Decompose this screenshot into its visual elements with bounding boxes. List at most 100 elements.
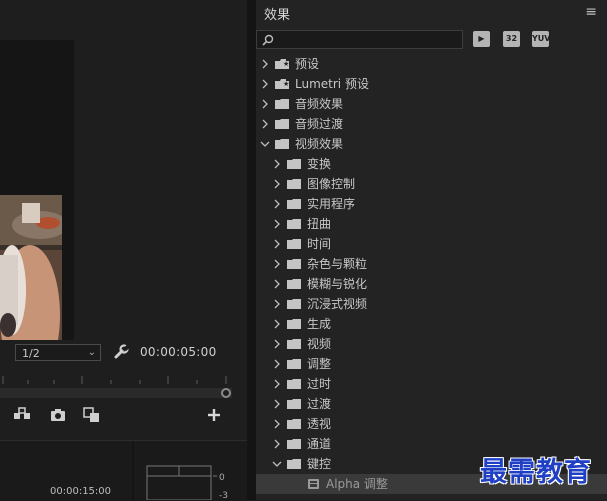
wrench-icon[interactable] [113, 344, 129, 360]
watermark-logo: 最需教育 [480, 457, 592, 488]
meter-label-minus3: -3 [219, 491, 228, 500]
tree-item-label: 扭曲 [307, 217, 332, 231]
tree-item[interactable]: 音频效果 [256, 94, 607, 114]
tree-item[interactable]: ★ Lumetri 预设 [256, 74, 607, 94]
folder-icon [287, 219, 301, 229]
folder-icon [275, 119, 289, 129]
zoom-scrollbar[interactable] [0, 388, 232, 398]
chevron-right-icon[interactable] [272, 314, 282, 334]
folder-icon [287, 379, 301, 389]
tree-item[interactable]: 实用程序 [256, 194, 607, 214]
chevron-right-icon[interactable] [272, 434, 282, 454]
export-frame-icon[interactable] [12, 405, 32, 425]
chevron-right-icon[interactable] [272, 334, 282, 354]
accelerated-effects-icon[interactable]: ▶ [473, 31, 490, 47]
chevron-right-icon[interactable] [260, 74, 270, 94]
tree-item[interactable]: 图像控制 [256, 174, 607, 194]
timeline-timecode: 00:00:15:00 [50, 486, 112, 497]
folder-icon [287, 399, 301, 409]
chevron-right-icon[interactable] [260, 114, 270, 134]
tree-item[interactable]: 杂色与颗粒 [256, 254, 607, 274]
tree-item[interactable]: 视频 [256, 334, 607, 354]
chevron-right-icon[interactable] [272, 394, 282, 414]
effects-tree: ★ 预设 ★ Lumetri 预设音频效果音频过渡视频效果变换图像控制实用程序扭曲时间… [256, 54, 607, 500]
tree-item[interactable]: 过时 [256, 374, 607, 394]
tree-item-label: 预设 [295, 57, 320, 71]
chevron-right-icon[interactable] [272, 254, 282, 274]
chevron-right-icon[interactable] [272, 274, 282, 294]
search-input[interactable] [256, 30, 463, 49]
panel-splitter[interactable] [247, 0, 256, 500]
chevron-down-icon: ⌄ [87, 347, 96, 358]
tree-item[interactable]: 扭曲 [256, 214, 607, 234]
folder-icon [275, 139, 289, 149]
yuv-badge-icon[interactable]: YUV [532, 31, 550, 47]
chevron-right-icon[interactable] [260, 94, 270, 114]
folder-icon [287, 459, 301, 469]
panel-title: 效果 [264, 8, 291, 23]
tree-item-label: 视频效果 [295, 137, 344, 151]
tree-item[interactable]: 时间 [256, 234, 607, 254]
tree-item-label: 模糊与锐化 [307, 277, 368, 291]
tree-item[interactable]: 变换 [256, 154, 607, 174]
tree-item-label: 时间 [307, 237, 332, 251]
scrollbar-handle[interactable] [221, 388, 231, 398]
chevron-right-icon[interactable] [272, 354, 282, 374]
video-preview[interactable] [0, 40, 74, 340]
tree-item-label: 变换 [307, 157, 332, 171]
folder-icon [287, 419, 301, 429]
folder-icon [287, 439, 301, 449]
chevron-right-icon[interactable] [272, 154, 282, 174]
chevron-right-icon[interactable] [272, 374, 282, 394]
meter-label-0: 0 [219, 473, 225, 483]
tree-item[interactable]: 调整 [256, 354, 607, 374]
folder-icon [287, 319, 301, 329]
chevron-right-icon[interactable] [260, 54, 270, 74]
chevron-down-icon[interactable] [260, 134, 270, 154]
tree-item-label: 透视 [307, 417, 332, 431]
tree-item[interactable]: 透视 [256, 414, 607, 434]
preset-folder-icon: ★ [275, 59, 289, 69]
effect-icon [308, 479, 319, 489]
tree-item[interactable]: 视频效果 [256, 134, 607, 154]
folder-icon [287, 179, 301, 189]
chevron-down-icon[interactable] [272, 454, 282, 474]
tree-item[interactable]: 沉浸式视频 [256, 294, 607, 314]
chevron-right-icon[interactable] [272, 174, 282, 194]
tree-item-label: 音频效果 [295, 97, 344, 111]
program-monitor-panel: 1/2 ⌄ 00:00:05:00 00:00:15:00 0 -3 [0, 0, 247, 501]
compare-view-icon[interactable] [82, 405, 102, 425]
32-bit-badge-icon[interactable]: 32 [503, 31, 520, 47]
playback-resolution-select[interactable]: 1/2 ⌄ [15, 344, 101, 361]
tree-item-label: 杂色与颗粒 [307, 257, 368, 271]
resolution-value: 1/2 [22, 347, 40, 360]
add-button-icon[interactable] [204, 405, 224, 425]
tree-item-label: 生成 [307, 317, 332, 331]
duration-timecode: 00:00:05:00 [140, 345, 217, 359]
effects-panel: 效果 ≡ ▶ 32 YUV ★ 预设 ★ Lumetri 预设音频效果音频过渡视频效果… [256, 0, 607, 500]
tree-item-label: Alpha 调整 [326, 477, 388, 491]
tree-item[interactable]: 生成 [256, 314, 607, 334]
svg-text:★: ★ [283, 60, 289, 68]
tree-item-label: 音频过渡 [295, 117, 344, 131]
folder-icon [287, 159, 301, 169]
folder-icon [287, 279, 301, 289]
camera-icon[interactable] [48, 405, 68, 425]
folder-icon [275, 99, 289, 109]
panel-menu-icon[interactable]: ≡ [585, 4, 597, 20]
chevron-right-icon[interactable] [272, 234, 282, 254]
chevron-right-icon[interactable] [272, 414, 282, 434]
tree-item[interactable]: 音频过渡 [256, 114, 607, 134]
tree-item[interactable]: 模糊与锐化 [256, 274, 607, 294]
chevron-right-icon[interactable] [272, 194, 282, 214]
audio-meter: 0 -3 [146, 465, 228, 500]
folder-icon [287, 339, 301, 349]
folder-icon [287, 299, 301, 309]
tree-item[interactable]: 过渡 [256, 394, 607, 414]
chevron-right-icon[interactable] [272, 214, 282, 234]
tree-item[interactable]: ★ 预设 [256, 54, 607, 74]
chevron-right-icon[interactable] [272, 294, 282, 314]
folder-icon [287, 199, 301, 209]
folder-icon [287, 359, 301, 369]
tree-item-label: 实用程序 [307, 197, 356, 211]
